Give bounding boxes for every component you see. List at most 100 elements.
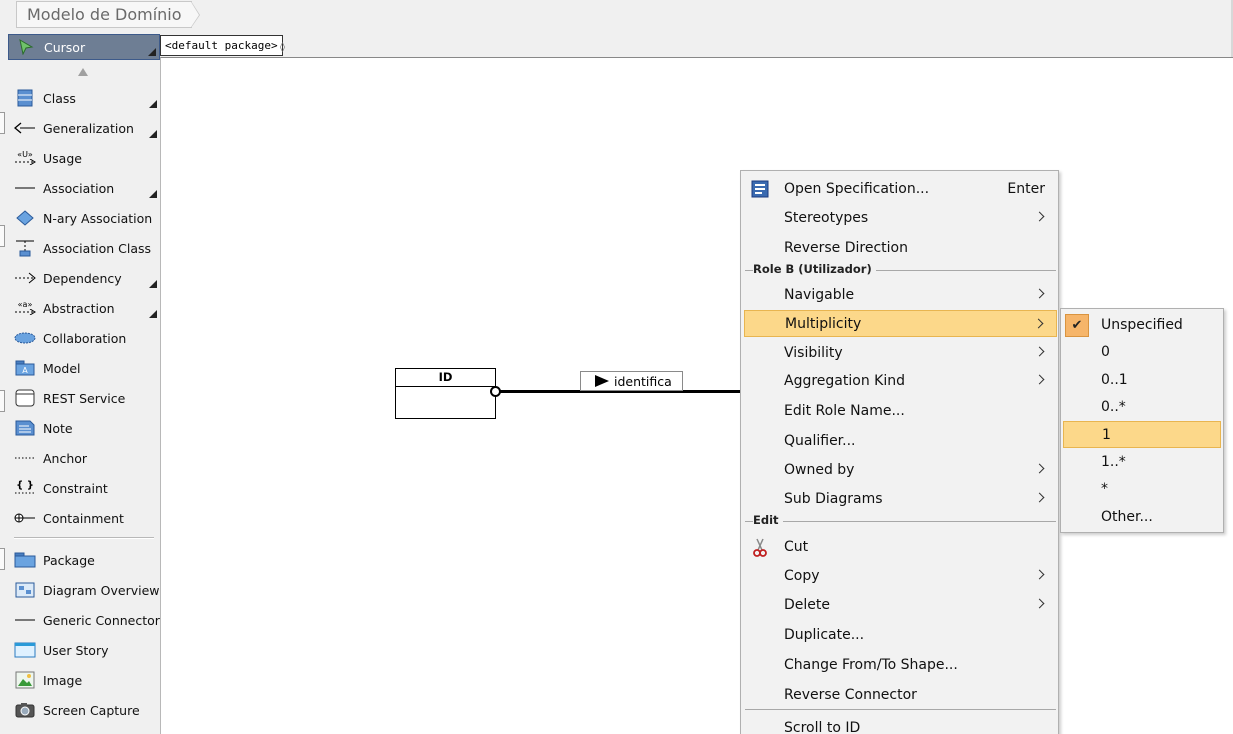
menu-item-label: Scroll to ID bbox=[784, 719, 861, 734]
palette-item-diagram-overview[interactable]: Diagram Overview bbox=[8, 577, 160, 603]
palette-item-label: Constraint bbox=[43, 480, 108, 496]
palette-item-association[interactable]: Association bbox=[8, 175, 160, 201]
package-pin-icon[interactable]: ◊ bbox=[280, 42, 285, 53]
palette-item-image[interactable]: Image bbox=[8, 667, 160, 693]
palette-item-rest-service[interactable]: REST Service bbox=[8, 385, 160, 411]
palette-item-constraint[interactable]: { } Constraint bbox=[8, 475, 160, 501]
diagram-toolbar-palette: Cursor Class Generalization «U» Usage As… bbox=[8, 32, 160, 734]
section-divider bbox=[745, 521, 1056, 522]
menu-item-delete[interactable]: Delete bbox=[744, 591, 1057, 618]
dock-tab[interactable] bbox=[0, 548, 5, 570]
submenu-arrow-icon bbox=[1034, 374, 1045, 385]
association-name-label[interactable]: identifica bbox=[580, 371, 683, 391]
more-options-indicator[interactable] bbox=[148, 48, 156, 56]
menu-item-aggregation-kind[interactable]: Aggregation Kind bbox=[744, 367, 1057, 394]
submenu-arrow-icon bbox=[1034, 346, 1045, 357]
palette-item-screen-capture[interactable]: Screen Capture bbox=[8, 697, 160, 723]
menu-item-duplicate[interactable]: Duplicate... bbox=[744, 621, 1057, 648]
palette-item-dependency[interactable]: Dependency bbox=[8, 265, 160, 291]
more-options-indicator[interactable] bbox=[149, 190, 157, 198]
palette-item-label: Generalization bbox=[43, 120, 134, 136]
menu-item-open-specification[interactable]: Open Specification... Enter bbox=[744, 175, 1057, 202]
menu-item-sub-diagrams[interactable]: Sub Diagrams bbox=[744, 485, 1057, 512]
generalization-icon bbox=[12, 117, 38, 139]
breadcrumb-diagram[interactable]: Modelo de Domínio bbox=[16, 1, 192, 28]
generic-connector-icon bbox=[12, 609, 38, 631]
menu-item-qualifier[interactable]: Qualifier... bbox=[744, 427, 1057, 454]
menu-item-copy[interactable]: Copy bbox=[744, 562, 1057, 589]
palette-item-nary-association[interactable]: N-ary Association bbox=[8, 205, 160, 231]
palette-item-model[interactable]: A Model bbox=[8, 355, 160, 381]
menu-item-cut[interactable]: Cut bbox=[744, 533, 1057, 560]
dock-tab[interactable] bbox=[0, 225, 5, 247]
usage-icon: «U» bbox=[12, 147, 38, 169]
class-name: ID bbox=[396, 369, 495, 387]
package-label[interactable]: <default package> bbox=[160, 35, 283, 56]
palette-item-note[interactable]: Note bbox=[8, 415, 160, 441]
menu-item-label: Change From/To Shape... bbox=[784, 656, 958, 673]
association-end-marker[interactable] bbox=[490, 386, 501, 397]
more-options-indicator[interactable] bbox=[149, 310, 157, 318]
package-icon bbox=[12, 549, 38, 571]
palette-item-label: User Story bbox=[43, 642, 109, 658]
shortcut-label: Enter bbox=[1007, 180, 1045, 197]
menu-item-multiplicity[interactable]: Multiplicity bbox=[744, 310, 1057, 337]
multiplicity-option-1-many[interactable]: 1..* bbox=[1063, 449, 1221, 476]
palette-item-package[interactable]: Package bbox=[8, 547, 160, 573]
dock-tab[interactable] bbox=[0, 112, 5, 134]
palette-item-association-class[interactable]: Association Class bbox=[8, 235, 160, 261]
menu-item-reverse-direction[interactable]: Reverse Direction bbox=[744, 234, 1057, 261]
palette-item-generic-connector[interactable]: Generic Connector bbox=[8, 607, 160, 633]
menu-item-navigable[interactable]: Navigable bbox=[744, 281, 1057, 308]
section-title: Edit bbox=[753, 513, 783, 527]
palette-item-label: Cursor bbox=[44, 39, 86, 55]
menu-item-owned-by[interactable]: Owned by bbox=[744, 456, 1057, 483]
menu-item-edit-role-name[interactable]: Edit Role Name... bbox=[744, 397, 1057, 424]
palette-item-label: N-ary Association bbox=[43, 210, 153, 226]
palette-item-class[interactable]: Class bbox=[8, 85, 160, 111]
menu-item-reverse-connector[interactable]: Reverse Connector bbox=[744, 681, 1057, 708]
multiplicity-option-0-1[interactable]: 0..1 bbox=[1063, 367, 1221, 394]
submenu-arrow-icon bbox=[1034, 288, 1045, 299]
menu-item-label: Copy bbox=[784, 567, 820, 584]
menu-item-scroll-to[interactable]: Scroll to ID bbox=[744, 714, 1057, 734]
palette-scroll-up-icon[interactable] bbox=[78, 68, 88, 76]
dependency-icon bbox=[12, 267, 38, 289]
multiplicity-option-0[interactable]: 0 bbox=[1063, 339, 1221, 366]
palette-item-cursor[interactable]: Cursor bbox=[8, 34, 160, 60]
menu-item-label: Reverse Connector bbox=[784, 686, 917, 703]
palette-item-generalization[interactable]: Generalization bbox=[8, 115, 160, 141]
menu-item-label: Navigable bbox=[784, 286, 855, 303]
palette-item-containment[interactable]: Containment bbox=[8, 505, 160, 531]
palette-item-label: Model bbox=[43, 360, 81, 376]
multiplicity-option-unspecified[interactable]: ✔ Unspecified bbox=[1063, 312, 1221, 339]
menu-item-visibility[interactable]: Visibility bbox=[744, 339, 1057, 366]
more-options-indicator[interactable] bbox=[149, 280, 157, 288]
class-shape-id[interactable]: ID bbox=[395, 368, 496, 419]
multiplicity-option-1[interactable]: 1 bbox=[1063, 421, 1221, 448]
palette-item-anchor[interactable]: Anchor bbox=[8, 445, 160, 471]
palette-item-label: Association bbox=[43, 180, 115, 196]
multiplicity-option-0-many[interactable]: 0..* bbox=[1063, 394, 1221, 421]
more-options-indicator[interactable] bbox=[149, 130, 157, 138]
menu-item-stereotypes[interactable]: Stereotypes bbox=[744, 204, 1057, 231]
option-label: * bbox=[1101, 481, 1108, 497]
more-options-indicator[interactable] bbox=[149, 100, 157, 108]
multiplicity-option-many[interactable]: * bbox=[1063, 476, 1221, 503]
palette-item-usage[interactable]: «U» Usage bbox=[8, 145, 160, 171]
menu-item-label: Duplicate... bbox=[784, 626, 865, 643]
menu-item-label: Delete bbox=[784, 596, 830, 613]
palette-item-label: REST Service bbox=[43, 390, 126, 406]
multiplicity-option-other[interactable]: Other... bbox=[1063, 504, 1221, 531]
palette-item-label: Usage bbox=[43, 150, 82, 166]
model-glyph: A bbox=[22, 366, 28, 375]
palette-item-collaboration[interactable]: Collaboration bbox=[8, 325, 160, 351]
dock-tab[interactable] bbox=[0, 390, 5, 412]
palette-item-user-story[interactable]: User Story bbox=[8, 637, 160, 663]
menu-item-change-from-to-shape[interactable]: Change From/To Shape... bbox=[744, 651, 1057, 678]
palette-item-label: Screen Capture bbox=[43, 702, 140, 718]
menu-item-label: Qualifier... bbox=[784, 432, 856, 449]
diagram-overview-icon bbox=[12, 579, 38, 601]
palette-item-abstraction[interactable]: «a» Abstraction bbox=[8, 295, 160, 321]
menu-section-role: Role B (Utilizador) bbox=[741, 262, 1058, 278]
